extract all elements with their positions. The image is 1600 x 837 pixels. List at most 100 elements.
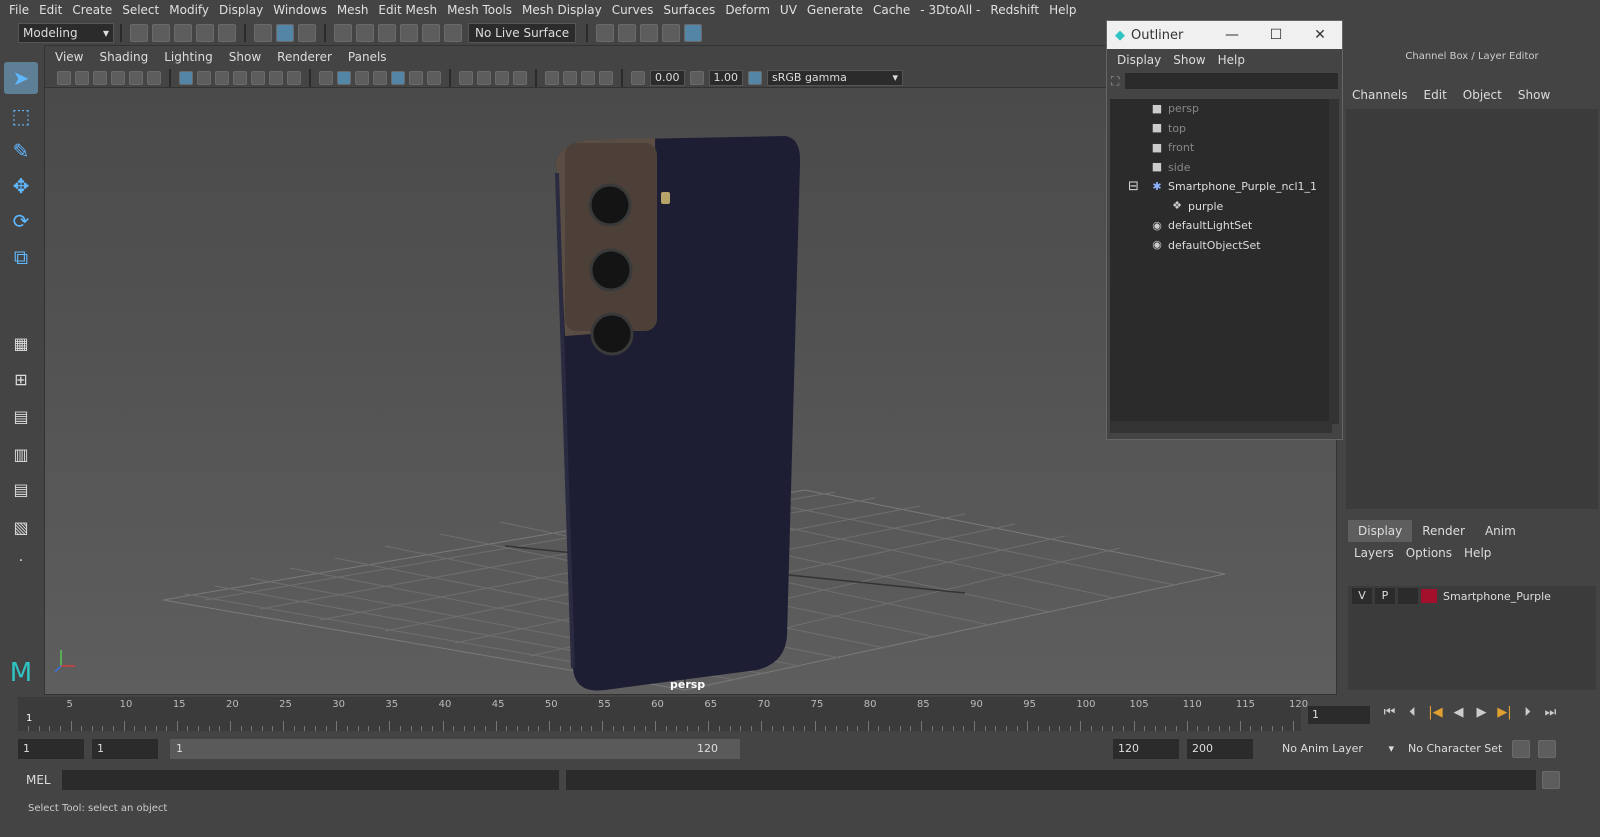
play-backwards-icon[interactable]: ◀ [1447,705,1470,720]
list-layout-icon[interactable]: ▤ [4,473,38,505]
viewport-menu-panels[interactable]: Panels [340,50,395,64]
layer-visibility-toggle[interactable]: V [1352,588,1372,604]
image-plane-icon[interactable] [111,70,125,85]
ipr-render-icon[interactable] [640,23,659,42]
gamma-field[interactable]: 1.00 [708,69,743,86]
snap-curve-icon[interactable] [356,23,374,42]
menu-cache[interactable]: Cache [868,3,915,17]
new-scene-icon[interactable] [130,23,148,42]
menu-generate[interactable]: Generate [802,3,868,17]
menu-create[interactable]: Create [67,3,117,17]
mel-input[interactable] [62,770,559,790]
menu-edit-mesh[interactable]: Edit Mesh [373,3,442,17]
save-scene-icon[interactable] [174,23,192,42]
menu-windows[interactable]: Windows [268,3,332,17]
shadows-icon[interactable] [427,70,441,85]
menu-mesh-tools[interactable]: Mesh Tools [442,3,517,17]
multisample-aa-icon[interactable] [495,70,509,85]
tab-display[interactable]: Display [1348,520,1413,542]
default-material-icon[interactable] [355,70,369,85]
viewport-menu-view[interactable]: View [47,50,91,64]
tab-render[interactable]: Render [1412,520,1475,542]
outliner-menu-display[interactable]: Display [1111,53,1167,67]
outliner-item-purple[interactable]: ❖ purple [1110,197,1332,217]
step-back-key-icon[interactable]: ⏴ [1401,705,1424,720]
collapse-toggle-icon[interactable]: ⊟ [1128,179,1139,194]
layer-row[interactable]: V P Smartphone_Purple [1348,586,1596,606]
viewport-menu-shading[interactable]: Shading [91,50,156,64]
menu-edit[interactable]: Edit [34,3,67,17]
menu-uv[interactable]: UV [775,3,802,17]
channel-box-menu-channels[interactable]: Channels [1344,88,1416,102]
auto-key-icon[interactable] [1512,740,1530,758]
menu-modify[interactable]: Modify [164,3,214,17]
single-pane-layout-icon[interactable]: ▦ [4,327,38,359]
wireframe-icon[interactable] [319,70,333,85]
menu-help[interactable]: Help [1044,3,1081,17]
outliner-item-top[interactable]: ■ top [1110,119,1332,139]
mode-selector[interactable]: Modeling ▾ [18,22,114,43]
step-forward-frame-icon[interactable]: ▶| [1493,705,1516,720]
outliner-menu-show[interactable]: Show [1167,53,1211,67]
smooth-shade-icon[interactable] [337,70,351,85]
layer-display-type-toggle[interactable] [1398,588,1418,604]
bookmark-icon[interactable] [93,70,107,85]
select-object-icon[interactable] [276,23,294,42]
mel-label[interactable]: MEL [26,773,51,787]
close-icon[interactable]: ✕ [1298,27,1342,43]
outliner-layout-icon[interactable]: ▤ [4,400,38,432]
scale-tool-icon[interactable]: ⧉ [4,241,38,273]
playback-end-field[interactable]: 120 [1113,739,1179,759]
select-hierarchy-icon[interactable] [254,23,272,42]
menu-file[interactable]: File [4,3,34,17]
hypershade-layout-icon[interactable]: ▧ [4,511,38,543]
snap-surface-icon[interactable] [422,23,440,42]
depth-of-field-icon[interactable] [513,70,527,85]
render-frame-icon[interactable] [618,23,637,42]
rotate-tool-icon[interactable]: ⟳ [4,205,38,237]
viewport-menu-lighting[interactable]: Lighting [156,50,221,64]
layer-menu-options[interactable]: Options [1400,546,1458,560]
outliner-item-smartphone-purple-ncl1-1[interactable]: ⊟ ✱ Smartphone_Purple_ncl1_1 [1110,177,1332,197]
field-chart-icon[interactable] [251,70,265,85]
film-gate-icon[interactable] [197,70,211,85]
outliner-item-persp[interactable]: ■ persp [1110,99,1332,119]
menu-surfaces[interactable]: Surfaces [658,3,720,17]
paint-select-tool-icon[interactable]: ✎ [4,135,38,167]
outliner-item-side[interactable]: ■ side [1110,158,1332,178]
menu-deform[interactable]: Deform [720,3,775,17]
gate-mask-icon[interactable] [233,70,247,85]
current-frame-field[interactable]: 1 [1308,706,1370,724]
undo-icon[interactable] [196,23,214,42]
camera-attributes-icon[interactable] [75,70,89,85]
color-management-icon[interactable] [748,70,762,85]
hypershade-icon[interactable] [684,23,703,42]
play-forwards-icon[interactable]: ▶ [1470,705,1493,720]
channel-box-area[interactable] [1346,109,1598,509]
wireframe-on-shaded-icon[interactable] [373,70,387,85]
menu-mesh-display[interactable]: Mesh Display [517,3,607,17]
script-editor-icon[interactable] [1542,771,1560,789]
menu-curves[interactable]: Curves [607,3,659,17]
tab-anim[interactable]: Anim [1475,520,1526,542]
redo-icon[interactable] [218,23,236,42]
anim-end-field[interactable]: 200 [1187,739,1253,759]
viewport-menu-show[interactable]: Show [221,50,269,64]
open-scene-icon[interactable] [152,23,170,42]
grid-toggle-icon[interactable] [179,70,193,85]
snap-view-icon[interactable] [400,23,418,42]
filter-icon[interactable]: ⛶ [1111,74,1119,89]
textured-icon[interactable] [391,70,405,85]
anim-prefs-icon[interactable] [1538,740,1556,758]
menu-select[interactable]: Select [117,3,164,17]
snap-point-icon[interactable] [378,23,396,42]
range-slider-bar[interactable]: 1 120 [170,739,740,759]
layer-playback-toggle[interactable]: P [1375,588,1395,604]
channel-box-menu-edit[interactable]: Edit [1416,88,1455,102]
grease-pencil-icon[interactable] [147,70,161,85]
outliner-horizontal-scrollbar[interactable] [1110,421,1332,433]
graph-layout-icon[interactable]: ▥ [4,438,38,470]
isolate-select-icon[interactable] [545,70,559,85]
lasso-tool-icon[interactable]: ⬚ [4,100,38,132]
safe-title-icon[interactable] [287,70,301,85]
